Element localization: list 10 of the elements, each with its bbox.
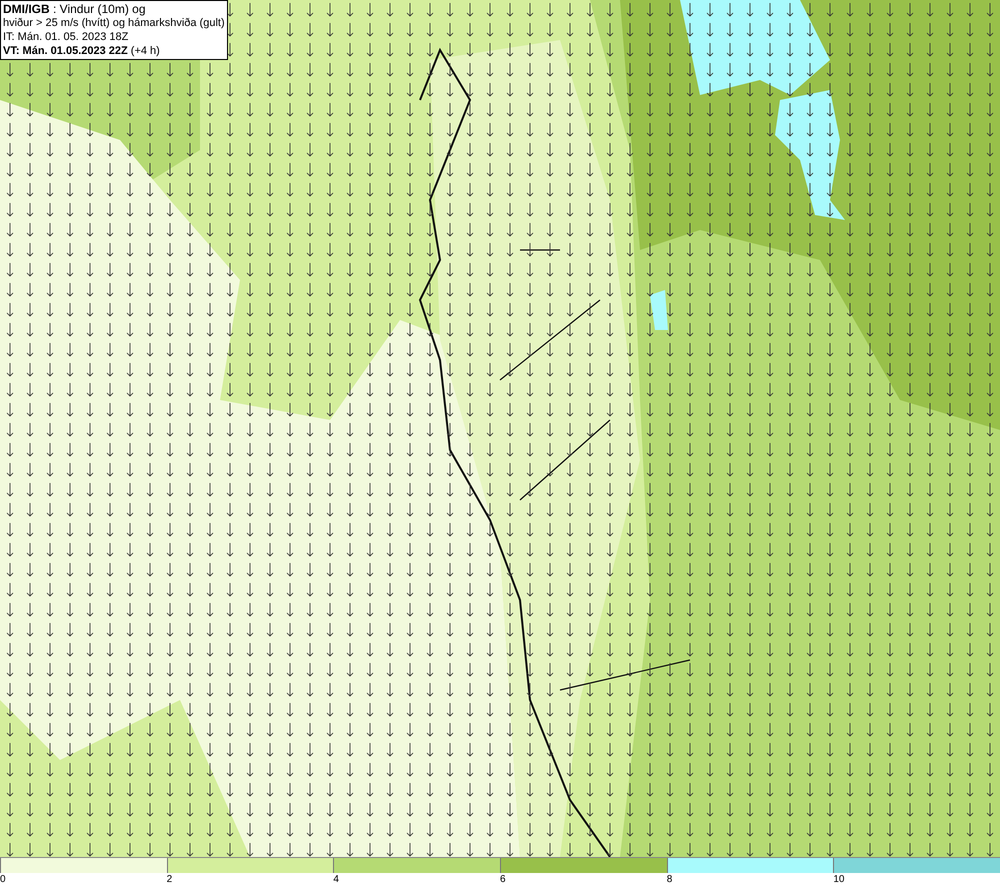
header-text: IT: Mán. 01. 05. 2023 18Z xyxy=(3,30,130,44)
scale-label: 6 xyxy=(500,874,506,885)
scale-label: 0 xyxy=(0,874,6,885)
header-text: VT: Mán. 01.05.2023 22Z (+4 h) xyxy=(3,44,161,58)
scale-label: 10 xyxy=(833,874,844,885)
scale-label: 4 xyxy=(333,874,339,885)
header-text: hviður > 25 m/s (hvítt) og hámarkshviða (gult) xyxy=(3,16,225,30)
header-text: DMI/IGB : Vindur (10m) og xyxy=(3,2,146,16)
scale-label: 8 xyxy=(666,874,672,885)
scale-label: 2 xyxy=(166,874,172,885)
